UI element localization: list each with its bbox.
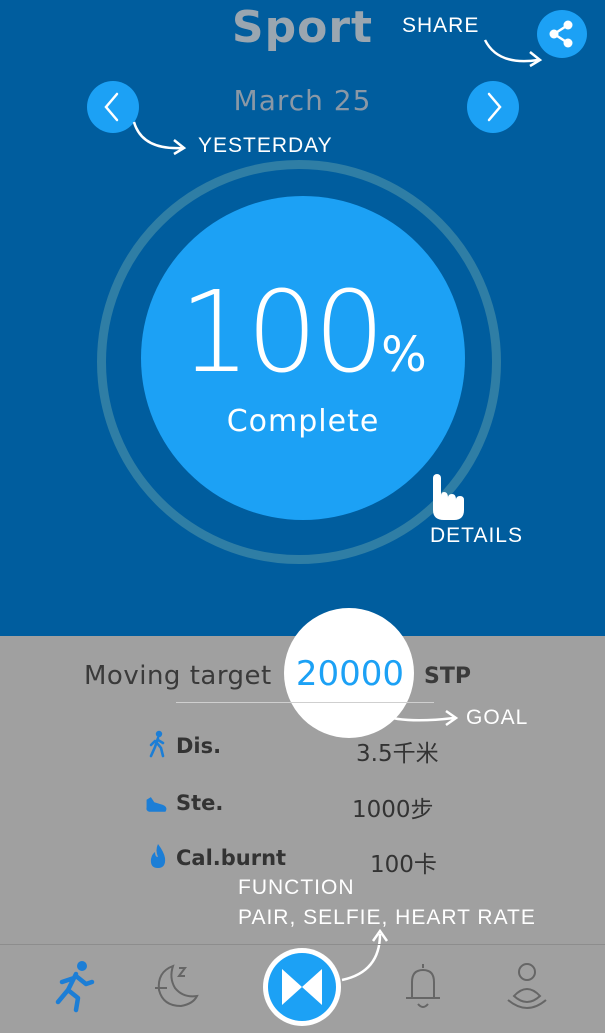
goal-arrow-icon [367, 705, 459, 727]
stat-label-calories: Cal.burnt [176, 846, 287, 870]
goal-value[interactable]: 20000 [290, 654, 410, 694]
function-bowtie-icon [282, 969, 322, 1005]
yesterday-arrow-icon [132, 121, 187, 156]
function-annotation-detail: PAIR, SELFIE, HEART RATE [238, 906, 536, 929]
person-meditation-icon [507, 963, 547, 1009]
flame-icon [150, 844, 166, 868]
tab-sport[interactable] [38, 952, 108, 1022]
goal-label: Moving target [84, 661, 272, 691]
yesterday-annotation: YESTERDAY [198, 134, 333, 157]
tab-bar-divider [0, 944, 605, 945]
bell-icon [406, 964, 440, 1008]
details-annotation: DETAILS [430, 524, 523, 547]
progress-status-label: Complete [226, 404, 380, 439]
stat-value-distance: 3.5千米 [356, 741, 439, 767]
current-date: March 25 [233, 84, 372, 117]
running-person-icon [55, 961, 95, 1013]
progress-percent: 100% [179, 268, 427, 398]
tap-hand-icon [433, 474, 464, 520]
walking-person-icon [149, 730, 165, 758]
stat-value-steps: 1000步 [352, 797, 434, 823]
sleep-moon-icon [155, 964, 199, 1008]
goal-unit: STP [424, 664, 471, 689]
tab-profile[interactable] [492, 952, 562, 1022]
tab-alarm[interactable] [388, 952, 458, 1022]
stat-value-calories: 100卡 [370, 852, 437, 878]
shoe-icon [146, 797, 167, 812]
function-annotation-title: FUNCTION [238, 876, 355, 899]
progress-details-button[interactable]: 100% Complete [141, 196, 465, 520]
goal-annotation: GOAL [466, 706, 529, 729]
share-annotation: SHARE [402, 14, 480, 37]
function-arrow-icon [341, 928, 389, 982]
tab-sleep[interactable] [143, 952, 213, 1022]
share-arrow-icon [483, 39, 543, 68]
stat-label-distance: Dis. [176, 734, 222, 758]
function-button[interactable] [263, 948, 341, 1026]
stat-label-steps: Ste. [176, 791, 224, 815]
